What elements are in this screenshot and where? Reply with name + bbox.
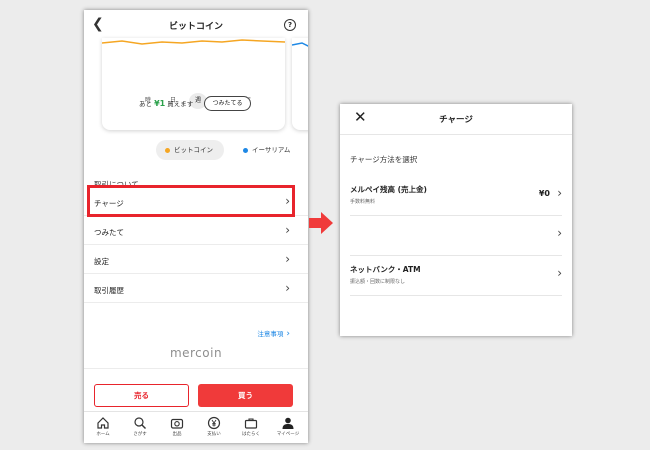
header: ❮ ビットコイン ? (84, 10, 308, 40)
sell-button[interactable]: 売る (94, 384, 189, 407)
buy-button[interactable]: 買う (198, 384, 293, 407)
modal-title: チャージ (439, 115, 473, 125)
next-chart-card (291, 38, 308, 130)
tab-home[interactable]: ホーム (85, 416, 121, 442)
dot-icon (165, 148, 170, 153)
camera-icon (170, 418, 184, 429)
tab-mypage[interactable]: マイページ (270, 416, 306, 442)
bottom-tab-bar: ホーム さがす 出品 支払い はたらく マイページ (84, 411, 308, 443)
notice-link[interactable]: 注意事項 › (257, 328, 290, 339)
briefcase-icon (244, 418, 258, 429)
person-icon (282, 417, 294, 429)
chevron-right-icon: › (285, 252, 290, 266)
search-icon (134, 417, 146, 429)
chevron-right-icon: › (557, 266, 562, 280)
menu-item-tsumitate[interactable]: つみたて › (84, 217, 308, 245)
chevron-right-icon: › (557, 186, 562, 200)
dot-icon (243, 148, 248, 153)
price-line (102, 39, 285, 45)
yen-icon (207, 416, 221, 430)
charge-highlight-box (87, 185, 295, 217)
coin-detail-screen: ❮ ビットコイン ? 時 日 週 月 年 あと ¥1 買えます つみたてる ビッ… (84, 10, 308, 443)
asset-chips: ビットコイン イーサリアム (156, 140, 308, 160)
tsumitate-button[interactable]: つみたてる (204, 96, 251, 111)
trade-bar: 売る 買う (84, 368, 308, 410)
tab-payment[interactable]: 支払い (196, 416, 232, 442)
divider (340, 134, 572, 135)
amount-value: ¥1 (154, 99, 166, 108)
charge-option-blank[interactable]: › (350, 216, 562, 256)
charge-modal: ✕ チャージ チャージ方法を選択 メルペイ残高 (売上金) 手数料無料 ¥0 ›… (340, 104, 572, 336)
chevron-right-icon: › (285, 223, 290, 237)
chevron-right-icon: › (286, 329, 290, 339)
tab-search[interactable]: さがす (122, 416, 158, 442)
chevron-right-icon: › (285, 281, 290, 295)
charge-option-merpay-balance[interactable]: メルペイ残高 (売上金) 手数料無料 ¥0 › (350, 176, 562, 216)
buyable-amount: あと ¥1 買えます (139, 99, 194, 108)
price-line-secondary (291, 42, 308, 47)
chevron-right-icon: › (557, 226, 562, 240)
help-icon[interactable]: ? (284, 19, 296, 31)
section-heading: チャージ方法を選択 (350, 155, 418, 164)
menu-item-settings[interactable]: 設定 › (84, 246, 308, 274)
tab-listing[interactable]: 出品 (159, 416, 195, 442)
tab-work[interactable]: はたらく (233, 416, 269, 442)
home-icon (97, 417, 109, 429)
charge-option-netbank-atm[interactable]: ネットバンク・ATM 振込額・回数に制限なし › (350, 256, 562, 296)
menu-item-history[interactable]: 取引履歴 › (84, 275, 308, 303)
arrow-right-icon (309, 212, 333, 234)
price-chart-card: 時 日 週 月 年 (102, 38, 285, 130)
mercoin-logo: mercoin (169, 346, 223, 360)
balance-value: ¥0 (538, 189, 550, 198)
chip-ethereum[interactable]: イーサリアム (234, 140, 308, 160)
chip-bitcoin[interactable]: ビットコイン (156, 140, 224, 160)
page-title: ビットコイン (168, 22, 223, 32)
